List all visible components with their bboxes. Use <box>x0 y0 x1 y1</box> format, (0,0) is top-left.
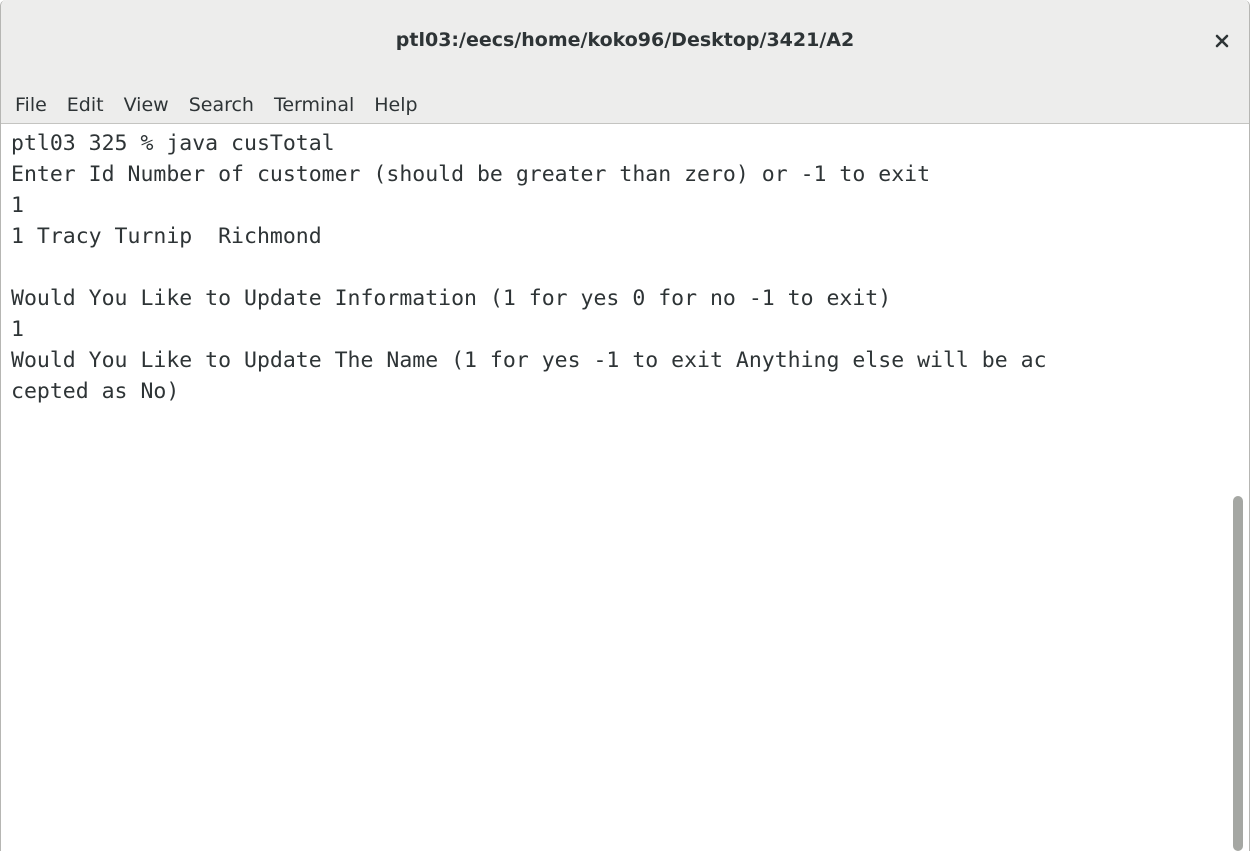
window-title: ptl03:/eecs/home/koko96/Desktop/3421/A2 <box>395 29 855 51</box>
terminal-line: Would You Like to Update Information (1 … <box>11 286 892 311</box>
close-icon <box>1215 34 1229 48</box>
menu-help[interactable]: Help <box>364 90 427 120</box>
menu-terminal[interactable]: Terminal <box>264 90 364 120</box>
terminal-line: Would You Like to Update The Name (1 for… <box>11 348 1047 373</box>
terminal-line: ptl03 325 % java cusTotal <box>11 131 335 156</box>
menu-edit[interactable]: Edit <box>57 90 114 120</box>
scrollbar-thumb[interactable] <box>1233 496 1243 851</box>
close-button[interactable] <box>1209 28 1235 54</box>
menu-file[interactable]: File <box>5 90 57 120</box>
menu-search[interactable]: Search <box>179 90 264 120</box>
vertical-scrollbar[interactable] <box>1227 124 1249 851</box>
terminal-line: 1 Tracy Turnip Richmond <box>11 224 322 249</box>
menu-view[interactable]: View <box>114 90 179 120</box>
terminal-line: Enter Id Number of customer (should be g… <box>11 162 931 187</box>
terminal-window: ptl03:/eecs/home/koko96/Desktop/3421/A2 … <box>0 0 1250 851</box>
terminal-line: cepted as No) <box>11 379 180 404</box>
terminal-output[interactable]: ptl03 325 % java cusTotal Enter Id Numbe… <box>1 124 1227 851</box>
terminal-line: 1 <box>11 193 24 218</box>
terminal-line: 1 <box>11 317 24 342</box>
title-bar[interactable]: ptl03:/eecs/home/koko96/Desktop/3421/A2 <box>1 0 1249 86</box>
menu-bar: File Edit View Search Terminal Help <box>1 86 1249 124</box>
